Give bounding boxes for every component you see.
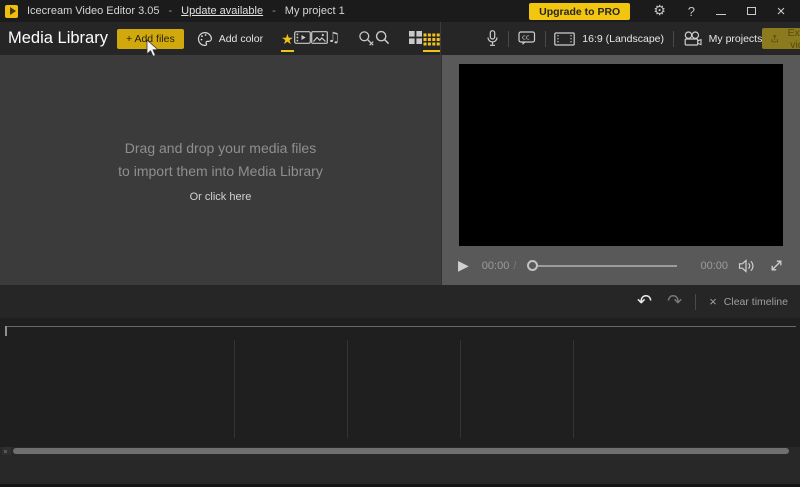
projector-icon [684,30,702,46]
filter-videos-button[interactable] [293,28,311,50]
search-icon [376,30,390,45]
project-name: My project 1 [284,5,345,17]
add-color-button[interactable]: Add color [197,31,263,47]
toolbar-separator [544,30,546,47]
image-filter-icon [310,31,328,44]
maximize-icon [746,7,756,15]
header-row: Media Library + Add files Add color ★ ♫ … [0,22,800,55]
redo-button[interactable]: ↷ [667,292,682,311]
microphone-icon [487,30,498,46]
export-video-button[interactable]: Export video [762,26,800,51]
timeline-divider [573,340,574,438]
app-logo-icon [5,4,18,18]
media-library-toolbar: Media Library + Add files Add color ★ ♫ [0,22,448,55]
media-library-title: Media Library [8,29,108,47]
timeline-divider [460,340,461,438]
aspect-frame-icon [554,31,576,46]
search-clear-icon [359,30,374,46]
titlebar: Icecream Video Editor 3.05 - Update avai… [0,0,800,22]
filter-images-button[interactable] [310,28,328,50]
timeline-bottom-bar [0,447,800,487]
dropzone-text-line1: Drag and drop your media files [124,140,317,156]
minimize-button[interactable] [706,0,736,22]
app-title: Icecream Video Editor 3.05 [27,5,160,17]
grid-small-icon [423,33,440,46]
timeline-divider [347,340,348,438]
aspect-ratio-selector[interactable]: 16:9 (Landscape) [554,31,665,46]
fullscreen-icon [771,260,782,271]
export-video-label: Export video [787,26,800,51]
timeline-ruler [5,326,796,327]
view-small-grid-button[interactable] [423,30,441,52]
filter-audio-button[interactable]: ♫ [328,28,341,50]
video-preview-screen [459,64,783,246]
cc-subtitles-icon: cc [518,31,535,45]
filter-all-button[interactable]: ★ [281,30,294,52]
titlebar-dash-2: - [272,5,276,17]
palette-icon [197,31,212,46]
upgrade-to-pro-button[interactable]: Upgrade to PRO [529,2,631,20]
star-icon: ★ [281,31,294,48]
subtitles-button[interactable]: cc [518,31,536,46]
help-icon[interactable]: ? [688,4,695,19]
preview-panel: ▶ 00:00/ 00:00 [441,55,800,285]
clear-timeline-label: Clear timeline [723,295,788,308]
time-separator: / [513,259,517,272]
preview-toolbar: cc 16:9 (Landscape) My projects Ex vi [441,22,800,55]
titlebar-dash-1: - [168,5,173,17]
logo-play-glyph [9,7,16,15]
video-filter-icon [293,31,311,44]
update-available-link[interactable]: Update available [181,5,263,17]
media-library-dropzone[interactable]: Drag and drop your media files to import… [0,55,441,285]
titlebar-controls: Upgrade to PRO ⚙ ? × [529,0,800,22]
timeline-toolbar: ↶ ↷ × Clear timeline [0,285,800,318]
undo-button[interactable]: ↶ [637,292,652,311]
seek-slider[interactable] [527,260,691,271]
scrollbar-corner[interactable] [2,447,11,455]
timeline-playhead[interactable] [5,326,7,336]
view-large-grid-button[interactable] [408,28,423,50]
total-time: 00:00 [700,259,728,272]
my-projects-label: My projects [708,32,763,45]
seek-track[interactable] [538,264,678,267]
play-button[interactable]: ▶ [458,259,469,273]
timeline-divider [234,340,235,438]
music-note-icon: ♫ [327,29,341,46]
add-files-button[interactable]: + Add files [116,28,184,49]
grid-large-icon [409,31,423,44]
add-color-label: Add color [218,32,264,45]
settings-gear-icon[interactable]: ⚙ [653,3,666,19]
toolbar-separator [673,30,674,47]
my-projects-button[interactable]: My projects [683,30,763,47]
dropzone-text-line2: to import them into Media Library [118,163,323,179]
reset-search-button[interactable] [358,28,375,50]
seek-thumb[interactable] [527,260,539,271]
search-button[interactable] [375,28,390,50]
app-window: Icecream Video Editor 3.05 - Update avai… [0,0,800,487]
volume-button[interactable] [738,258,756,273]
toolbar-separator [695,293,697,310]
close-button[interactable]: × [766,0,796,22]
clear-timeline-button[interactable]: × Clear timeline [709,295,788,308]
svg-text:cc: cc [522,34,530,42]
dropzone-click-link[interactable]: Or click here [190,191,252,203]
fullscreen-button[interactable] [769,258,784,273]
maximize-button[interactable] [736,0,766,22]
current-time: 00:00/ [482,260,517,272]
horizontal-scrollbar[interactable] [13,448,789,454]
timeline-track-area[interactable] [0,318,800,447]
current-time-value: 00:00 [481,259,510,272]
player-controls: ▶ 00:00/ 00:00 [442,246,800,285]
clear-x-icon: × [709,294,717,309]
minimize-icon [716,13,726,15]
toolbar-separator [508,30,509,47]
record-voice-button[interactable] [486,30,499,47]
volume-icon [738,258,754,273]
export-icon [771,34,779,43]
aspect-ratio-label: 16:9 (Landscape) [582,32,665,45]
